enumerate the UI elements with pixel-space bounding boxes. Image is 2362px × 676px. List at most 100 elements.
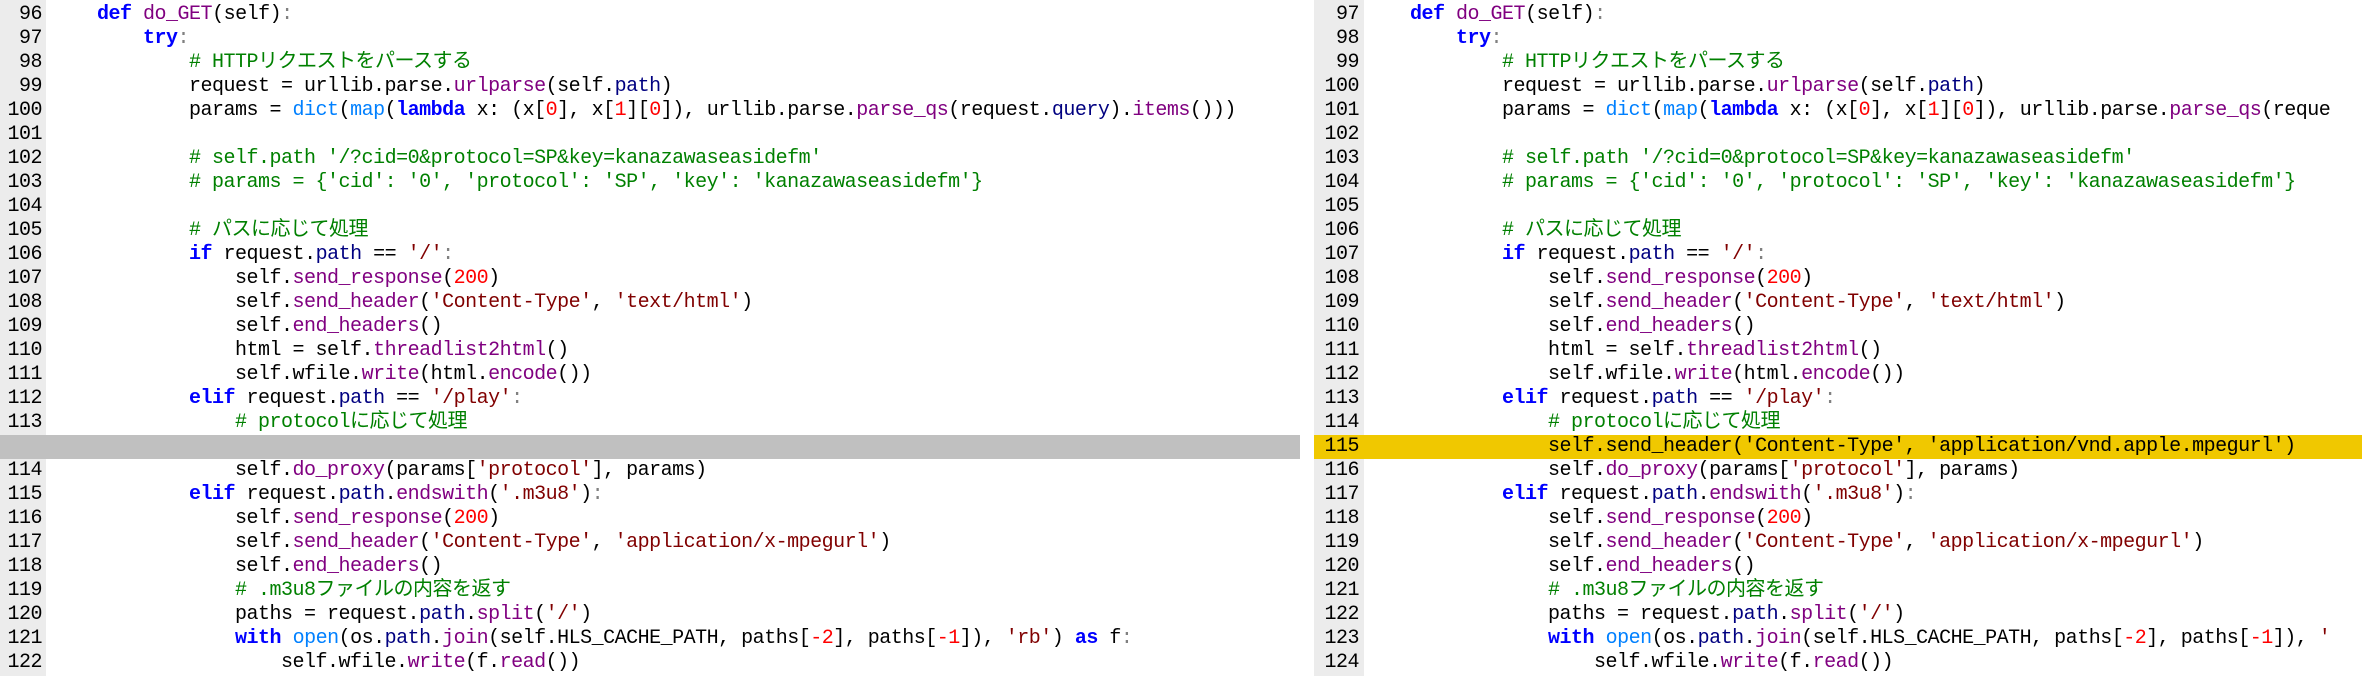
code-line[interactable]: 112 elif request.path == '/play': (0, 387, 1300, 411)
code-line[interactable]: 124 self.wfile.write(f.read()) (1314, 651, 2362, 675)
code-text: ( (442, 507, 454, 530)
code-line[interactable]: 119 self.send_header('Content-Type', 'ap… (1314, 531, 2362, 555)
code-text: ( (1801, 483, 1813, 506)
function-name: endswith (396, 483, 489, 506)
code-line[interactable]: 121 with open(os.path.join(self.HLS_CACH… (0, 627, 1300, 651)
function-name: threadlist2html (1686, 339, 1859, 362)
code-line[interactable]: 116 self.do_proxy(params['protocol'], pa… (1314, 459, 2362, 483)
code-content: paths = request.path.split('/') (1364, 603, 1905, 627)
code-content: self.send_header('Content-Type', 'applic… (1364, 435, 2296, 459)
attribute-name: path (419, 603, 466, 626)
code-line[interactable]: 112 self.wfile.write(html.encode()) (1314, 363, 2362, 387)
code-line[interactable]: 103 # self.path '/?cid=0&protocol=SP&key… (1314, 147, 2362, 171)
line-number: 103 (7, 171, 42, 194)
code-content: html = self.threadlist2html() (51, 339, 569, 363)
code-line[interactable]: 105 # パスに応じて処理 (0, 219, 1300, 243)
code-line[interactable]: 108 self.send_response(200) (1314, 267, 2362, 291)
code-line[interactable]: 97 def do_GET(self): (1314, 3, 2362, 27)
builtin-name: map (1663, 99, 1698, 122)
punctuation: : (1120, 627, 1133, 650)
code-text: () (1858, 339, 1883, 362)
attribute-name: query (1051, 99, 1110, 122)
code-line[interactable]: 97 try: (0, 27, 1300, 51)
code-line[interactable]: 114 self.do_proxy(params['protocol'], pa… (0, 459, 1300, 483)
diff-changed-line[interactable]: 115 self.send_header('Content-Type', 'ap… (1314, 435, 2362, 459)
code-line[interactable]: 113 # protocolに応じて処理 (0, 411, 1300, 435)
comment: # protocolに応じて処理 (235, 411, 468, 434)
code-line[interactable]: 121 # .m3u8ファイルの内容を返す (1314, 579, 2362, 603)
comment: # .m3u8ファイルの内容を返す (235, 579, 511, 602)
code-line[interactable]: 122 self.wfile.write(f.read()) (0, 651, 1300, 675)
code-line[interactable]: 120 paths = request.path.split('/') (0, 603, 1300, 627)
diff-gap-line[interactable] (0, 435, 1300, 459)
code-line[interactable]: 119 # .m3u8ファイルの内容を返す (0, 579, 1300, 603)
code-text: , (591, 531, 615, 554)
code-line[interactable]: 117 self.send_header('Content-Type', 'ap… (0, 531, 1300, 555)
code-text: ], paths[ (2146, 627, 2250, 650)
code-line[interactable]: 108 self.send_header('Content-Type', 'te… (0, 291, 1300, 315)
code-line[interactable]: 106 # パスに応じて処理 (1314, 219, 2362, 243)
attribute-name: path (1651, 483, 1699, 506)
code-text: self. (1364, 531, 1606, 554)
code-line[interactable]: 102 (1314, 123, 2362, 147)
code-line[interactable]: 101 params = dict(map(lambda x: (x[0], x… (1314, 99, 2362, 123)
attribute-name: path (338, 483, 386, 506)
diff-pane-right[interactable]: 97 def do_GET(self): 98 try: 99 # HTTPリクエス… (1314, 0, 2362, 676)
diff-pane-left[interactable]: 96 def do_GET(self): 97 try: 98 # HTTPリクエス… (0, 0, 1300, 676)
code-line[interactable]: 107 self.send_response(200) (0, 267, 1300, 291)
code-line[interactable]: 102 # self.path '/?cid=0&protocol=SP&key… (0, 147, 1300, 171)
code-line[interactable]: 104 (0, 195, 1300, 219)
code-text: (self. (1858, 75, 1929, 98)
code-text: (request. (948, 99, 1052, 122)
code-line[interactable]: 118 self.send_response(200) (1314, 507, 2362, 531)
line-number: 121 (7, 627, 42, 650)
code-line[interactable]: 98 # HTTPリクエストをパースする (0, 51, 1300, 75)
code-line[interactable]: 110 html = self.threadlist2html() (0, 339, 1300, 363)
comment: # HTTPリクエストをパースする (189, 51, 472, 74)
function-name: encode (488, 363, 558, 386)
code-line[interactable]: 123 with open(os.path.join(self.HLS_CACH… (1314, 627, 2362, 651)
code-line[interactable]: 120 self.end_headers() (1314, 555, 2362, 579)
code-line[interactable]: 114 # protocolに応じて処理 (1314, 411, 2362, 435)
keyword: elif (1502, 387, 1549, 410)
code-line[interactable]: 115 elif request.path.endswith('.m3u8'): (0, 483, 1300, 507)
code-text: ( (419, 291, 431, 314)
code-line[interactable]: 99 request = urllib.parse.urlparse(self.… (0, 75, 1300, 99)
code-line[interactable]: 122 paths = request.path.split('/') (1314, 603, 2362, 627)
code-line[interactable]: 103 # params = {'cid': '0', 'protocol': … (0, 171, 1300, 195)
code-line[interactable]: 99 # HTTPリクエストをパースする (1314, 51, 2362, 75)
code-line[interactable]: 109 self.end_headers() (0, 315, 1300, 339)
code-content: elif request.path == '/play': (1364, 387, 1836, 411)
code-line[interactable]: 104 # params = {'cid': '0', 'protocol': … (1314, 171, 2362, 195)
code-line[interactable]: 117 elif request.path.endswith('.m3u8'): (1314, 483, 2362, 507)
code-text: self.send_header('Content-Type', 'applic… (1364, 435, 2296, 458)
code-text: ) (879, 531, 891, 554)
code-line[interactable]: 110 self.end_headers() (1314, 315, 2362, 339)
code-line[interactable]: 98 try: (1314, 27, 2362, 51)
function-name: read (1812, 651, 1860, 674)
code-line[interactable]: 118 self.end_headers() (0, 555, 1300, 579)
code-content: elif request.path.endswith('.m3u8'): (1364, 483, 1917, 507)
code-line[interactable]: 101 (0, 123, 1300, 147)
code-line[interactable]: 100 request = urllib.parse.urlparse(self… (1314, 75, 2362, 99)
code-text: . (1743, 627, 1756, 650)
code-line[interactable]: 111 self.wfile.write(html.encode()) (0, 363, 1300, 387)
code-line[interactable]: 100 params = dict(map(lambda x: (x[0], x… (0, 99, 1300, 123)
code-line[interactable]: 106 if request.path == '/': (0, 243, 1300, 267)
code-line[interactable]: 96 def do_GET(self): (0, 3, 1300, 27)
function-name: send_response (292, 507, 443, 530)
number-literal: 0 (1962, 99, 1974, 122)
code-line[interactable]: 113 elif request.path == '/play': (1314, 387, 2362, 411)
code-line[interactable]: 107 if request.path == '/': (1314, 243, 2362, 267)
code-content: self.do_proxy(params['protocol'], params… (1364, 459, 2020, 483)
code-line[interactable]: 111 html = self.threadlist2html() (1314, 339, 2362, 363)
code-line[interactable]: 109 self.send_header('Content-Type', 'te… (1314, 291, 2362, 315)
function-name: send_header (1605, 531, 1733, 554)
code-line[interactable]: 116 self.send_response(200) (0, 507, 1300, 531)
code-text: ) (2192, 531, 2204, 554)
code-line[interactable]: 105 (1314, 195, 2362, 219)
